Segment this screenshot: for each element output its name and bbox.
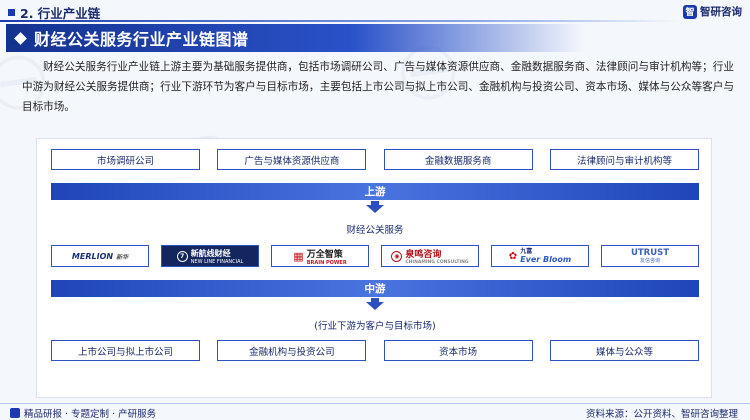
upstream-band: 上游 — [51, 183, 699, 200]
company-logo-chinaming: ◉ 泉鸣咨询 CHINAMING CONSULTING — [381, 245, 479, 267]
logo-sub: 友信咨询 — [639, 257, 660, 264]
downstream-row: 上市公司与拟上市公司 金融机构与投资公司 资本市场 媒体与公众等 — [51, 340, 699, 361]
logo-sub: CHINAMING CONSULTING — [405, 259, 469, 265]
brand-logo: 智 智研咨询 — [683, 4, 742, 19]
down-arrow-icon — [366, 302, 384, 310]
brand-mark-icon — [10, 408, 20, 418]
brand-logo-icon: 智 — [683, 4, 697, 19]
footer-slogan: 精品研报 · 专题定制 · 产研服务 — [24, 409, 157, 420]
company-logo-utrust: UTRUST 友信咨询 — [601, 245, 699, 267]
upstream-item: 市场调研公司 — [51, 149, 200, 170]
logo-name: MERLION — [71, 251, 114, 261]
down-arrow-icon — [366, 205, 384, 213]
logo-name: 泉鸣咨询 — [405, 249, 442, 260]
square-bullet-icon — [8, 9, 15, 16]
downstream-label: (行业下游为客户与目标市场) — [314, 321, 436, 332]
diamond-icon — [14, 31, 27, 45]
intro-paragraph: 财经公关服务行业产业链上游主要为基础服务提供商，包括市场调研公司、广告与媒体资源… — [22, 61, 734, 113]
key-icon: ◉ — [391, 250, 403, 262]
upstream-row: 市场调研公司 广告与媒体资源供应商 金融数据服务商 法律顾问与审计机构等 — [51, 149, 699, 170]
circle-seven-icon: 7 — [176, 250, 188, 262]
logo-name: UTRUST — [630, 247, 670, 258]
logo-sub: 新华 — [116, 253, 129, 261]
title-banner: 财经公关服务行业产业链图谱 — [6, 24, 584, 52]
footer-left: 精品研报 · 专题定制 · 产研服务 — [10, 406, 156, 420]
company-logo-ever-bloom: ✿ 九富 Ever Bloom — [491, 245, 589, 267]
bloom-icon: ✿ — [508, 250, 518, 262]
upstream-item: 法律顾问与审计机构等 — [549, 149, 699, 170]
footer-divider — [0, 403, 750, 404]
downstream-item: 媒体与公众等 — [549, 340, 699, 361]
source-note: 资料来源：公开资料、智研咨询整理 — [585, 409, 738, 420]
downstream-item: 金融机构与投资公司 — [217, 340, 367, 361]
logo-name: 万全智策 — [306, 249, 343, 260]
company-logo-brain-power: ▦ 万全智策 BRAIN POWER — [271, 245, 369, 267]
company-logo-new-line-financial: 7 新航线财经 NEW LINE FINANCIAL — [161, 245, 259, 267]
midstream-label: 财经公关服务 — [346, 225, 404, 236]
downstream-item: 上市公司与拟上市公司 — [51, 340, 200, 361]
logo-sub: NEW LINE FINANCIAL — [190, 258, 244, 265]
company-logo-merlion: MERLION 新华 — [51, 245, 149, 267]
midstream-logos: MERLION 新华 7 新航线财经 NEW LINE FINANCIAL ▦ … — [51, 245, 699, 267]
brand-logo-text: 智研咨询 — [700, 6, 742, 18]
upstream-item: 广告与媒体资源供应商 — [217, 149, 367, 170]
downstream-item: 资本市场 — [383, 340, 533, 361]
industry-chain-diagram: 市场调研公司 广告与媒体资源供应商 金融数据服务商 法律顾问与审计机构等 上游 … — [36, 138, 712, 398]
logo-name: 九富 — [520, 248, 533, 255]
page-title: 财经公关服务行业产业链图谱 — [34, 30, 249, 49]
logo-name: 新航线财经 — [190, 248, 231, 258]
header-divider — [0, 20, 680, 22]
upstream-item: 金融数据服务商 — [383, 149, 533, 170]
brain-power-icon: ▦ — [293, 249, 304, 263]
midstream-band: 中游 — [51, 280, 699, 297]
logo-sub: BRAIN POWER — [306, 259, 347, 266]
header-bar: 2. 行业产业链 智 智研咨询 — [0, 0, 750, 22]
logo-sub: Ever Bloom — [520, 255, 572, 264]
